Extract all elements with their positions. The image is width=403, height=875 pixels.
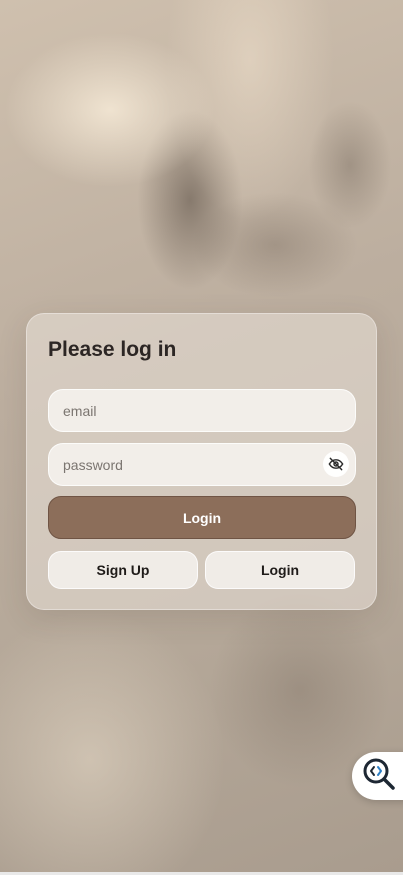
email-field[interactable] [48,389,356,432]
code-search-icon [361,756,397,797]
code-search-widget[interactable] [352,752,403,800]
password-field[interactable] [48,443,356,486]
secondary-login-button[interactable]: Login [205,551,355,589]
eye-off-icon[interactable] [323,451,349,477]
login-title: Please log in [48,338,177,361]
login-button[interactable]: Login [48,496,356,539]
signup-button[interactable]: Sign Up [48,551,198,589]
login-card: Please log in Login Sign Up Login [26,313,377,610]
